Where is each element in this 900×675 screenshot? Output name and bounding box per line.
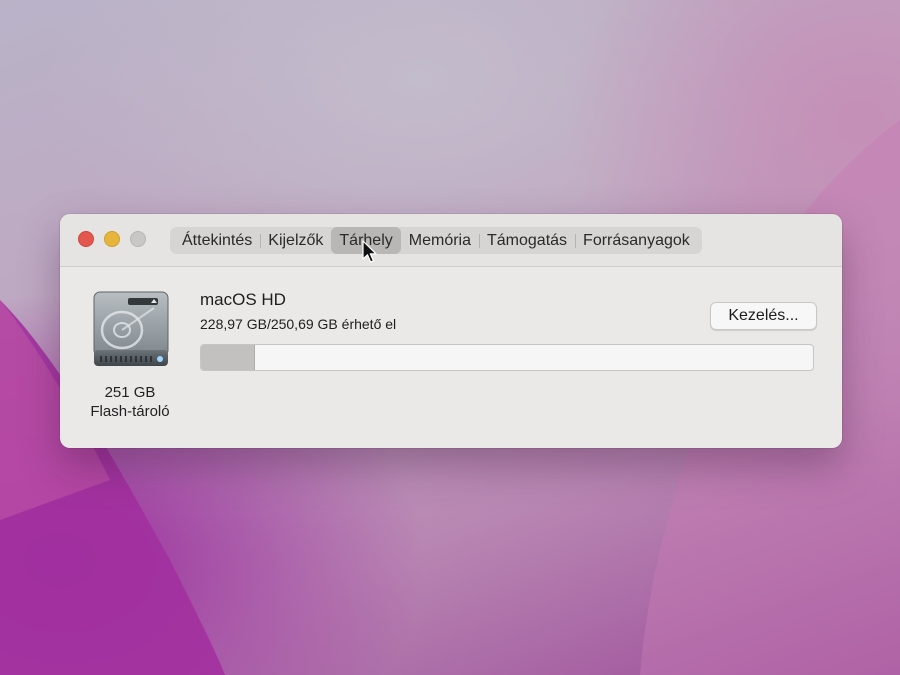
tab-resources[interactable]: Forrásanyagok	[575, 227, 698, 254]
storage-usage-fill	[201, 345, 256, 370]
volume-name: macOS HD	[200, 290, 286, 309]
close-button[interactable]	[78, 231, 94, 247]
tab-displays[interactable]: Kijelzők	[260, 227, 331, 254]
manage-button[interactable]: Kezelés...	[710, 302, 817, 330]
tab-bar: Áttekintés Kijelzők Tárhely Memória Támo…	[170, 227, 702, 254]
tab-overview[interactable]: Áttekintés	[174, 227, 260, 254]
zoom-button	[130, 231, 146, 247]
title-bar: Áttekintés Kijelzők Tárhely Memória Támo…	[60, 214, 842, 267]
hard-drive-icon	[93, 291, 169, 366]
about-this-mac-window: Áttekintés Kijelzők Tárhely Memória Támo…	[60, 214, 842, 448]
disk-size-label: 251 GB	[104, 384, 156, 401]
tab-support[interactable]: Támogatás	[479, 227, 575, 254]
storage-usage-bar	[200, 344, 814, 371]
mouse-pointer-icon	[362, 240, 377, 263]
minimize-button[interactable]	[104, 231, 120, 247]
disk-type-label: Flash-tároló	[90, 403, 170, 420]
tab-memory[interactable]: Memória	[401, 227, 479, 254]
volume-free-space: 228,97 GB/250,69 GB érhető el	[200, 316, 397, 332]
